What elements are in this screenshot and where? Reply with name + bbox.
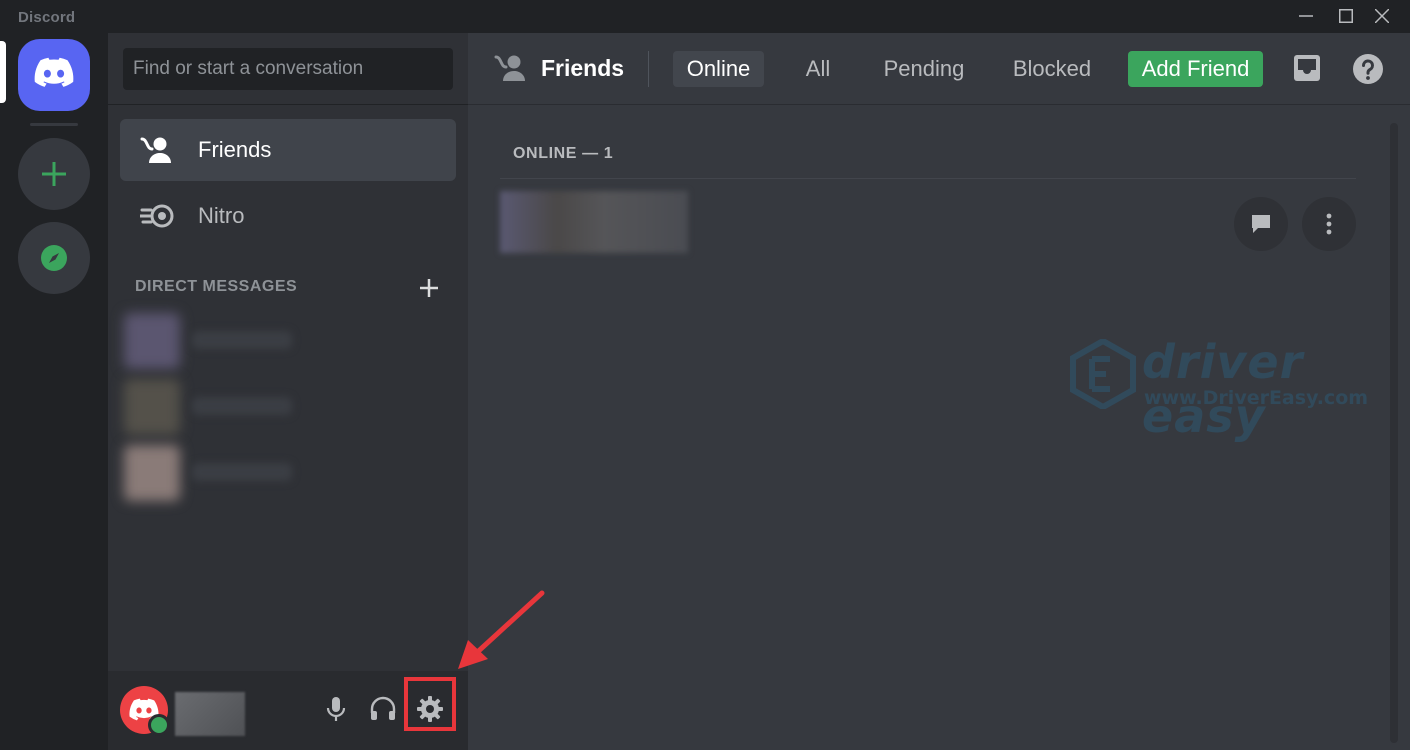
- maximize-button[interactable]: [1326, 0, 1366, 33]
- tab-blocked[interactable]: Blocked: [1005, 51, 1099, 87]
- microphone-icon: [326, 697, 346, 721]
- rail-separator: [30, 123, 78, 126]
- more-vertical-icon: [1326, 213, 1332, 235]
- tab-pending[interactable]: Pending: [874, 51, 974, 87]
- dm-item[interactable]: [124, 375, 304, 439]
- home-button[interactable]: [18, 39, 90, 111]
- annotation-arrow: [458, 590, 545, 669]
- deafen-button[interactable]: [367, 693, 399, 725]
- nav-label-friends: Friends: [198, 137, 272, 162]
- tab-all[interactable]: All: [794, 51, 842, 87]
- add-friend-button[interactable]: Add Friend: [1128, 51, 1263, 87]
- server-rail: [0, 33, 108, 750]
- inbox-icon: [1294, 55, 1320, 81]
- help-icon: [1353, 54, 1383, 84]
- headphones-icon: [370, 696, 396, 720]
- title-bar: Discord: [0, 0, 1410, 33]
- dm-header: DIRECT MESSAGES: [135, 278, 298, 295]
- message-button[interactable]: [1234, 197, 1288, 251]
- friend-row[interactable]: [500, 189, 1356, 255]
- driver-easy-logo-icon: [1070, 339, 1136, 409]
- mute-button[interactable]: [320, 693, 352, 725]
- help-button[interactable]: [1352, 53, 1384, 85]
- plus-icon: [420, 279, 438, 297]
- message-icon: [1252, 215, 1270, 233]
- channel-sidebar: Friends Nitro DIRECT MESSAGES: [108, 33, 468, 750]
- minimize-button[interactable]: [1286, 0, 1326, 33]
- settings-highlight-box: [404, 677, 456, 731]
- username-redacted: [175, 692, 245, 736]
- friend-redacted: [500, 191, 688, 253]
- discord-logo-icon: [34, 57, 74, 87]
- dm-item[interactable]: [124, 309, 304, 373]
- dm-name: [192, 331, 292, 349]
- dm-avatar: [124, 445, 180, 501]
- inbox-button[interactable]: [1292, 53, 1324, 85]
- page-title: Friends: [541, 55, 625, 81]
- nitro-icon: [140, 204, 174, 228]
- more-button[interactable]: [1302, 197, 1356, 251]
- selected-indicator: [0, 41, 6, 103]
- close-icon: [1375, 9, 1389, 23]
- friends-icon: [140, 137, 171, 163]
- online-status-dot: [148, 714, 170, 736]
- scrollbar-track[interactable]: [1390, 123, 1398, 743]
- dm-item[interactable]: [124, 441, 304, 505]
- friends-header-bar: Friends Online All Pending Blocked Add F…: [468, 33, 1410, 105]
- main-content: Friends Online All Pending Blocked Add F…: [468, 33, 1410, 750]
- search-input[interactable]: [123, 48, 453, 90]
- header-divider: [648, 51, 649, 87]
- tab-online[interactable]: Online: [673, 51, 764, 87]
- add-server-button[interactable]: [18, 138, 90, 210]
- plus-icon: [42, 162, 66, 186]
- watermark-url: www.DriverEasy.com: [1144, 387, 1369, 409]
- app-title: Discord: [18, 9, 76, 26]
- compass-icon: [41, 245, 67, 271]
- search-bar: [108, 33, 468, 105]
- friends-icon: [494, 55, 525, 81]
- section-divider: [500, 178, 1356, 179]
- minimize-icon: [1299, 15, 1313, 17]
- nav-label-nitro: Nitro: [198, 203, 245, 228]
- dm-avatar: [124, 379, 180, 435]
- dm-name: [192, 463, 292, 481]
- watermark: driver easy www.DriverEasy.com: [1070, 335, 1380, 443]
- maximize-icon: [1339, 9, 1353, 23]
- nav-item-nitro[interactable]: Nitro: [120, 185, 456, 247]
- dm-name: [192, 397, 292, 415]
- close-button[interactable]: [1362, 0, 1402, 33]
- explore-servers-button[interactable]: [18, 222, 90, 294]
- nav-item-friends[interactable]: Friends: [120, 119, 456, 181]
- dm-avatar: [124, 313, 180, 369]
- create-dm-button[interactable]: [418, 277, 440, 299]
- user-panel: [108, 671, 468, 750]
- online-count-label: ONLINE — 1: [513, 145, 614, 162]
